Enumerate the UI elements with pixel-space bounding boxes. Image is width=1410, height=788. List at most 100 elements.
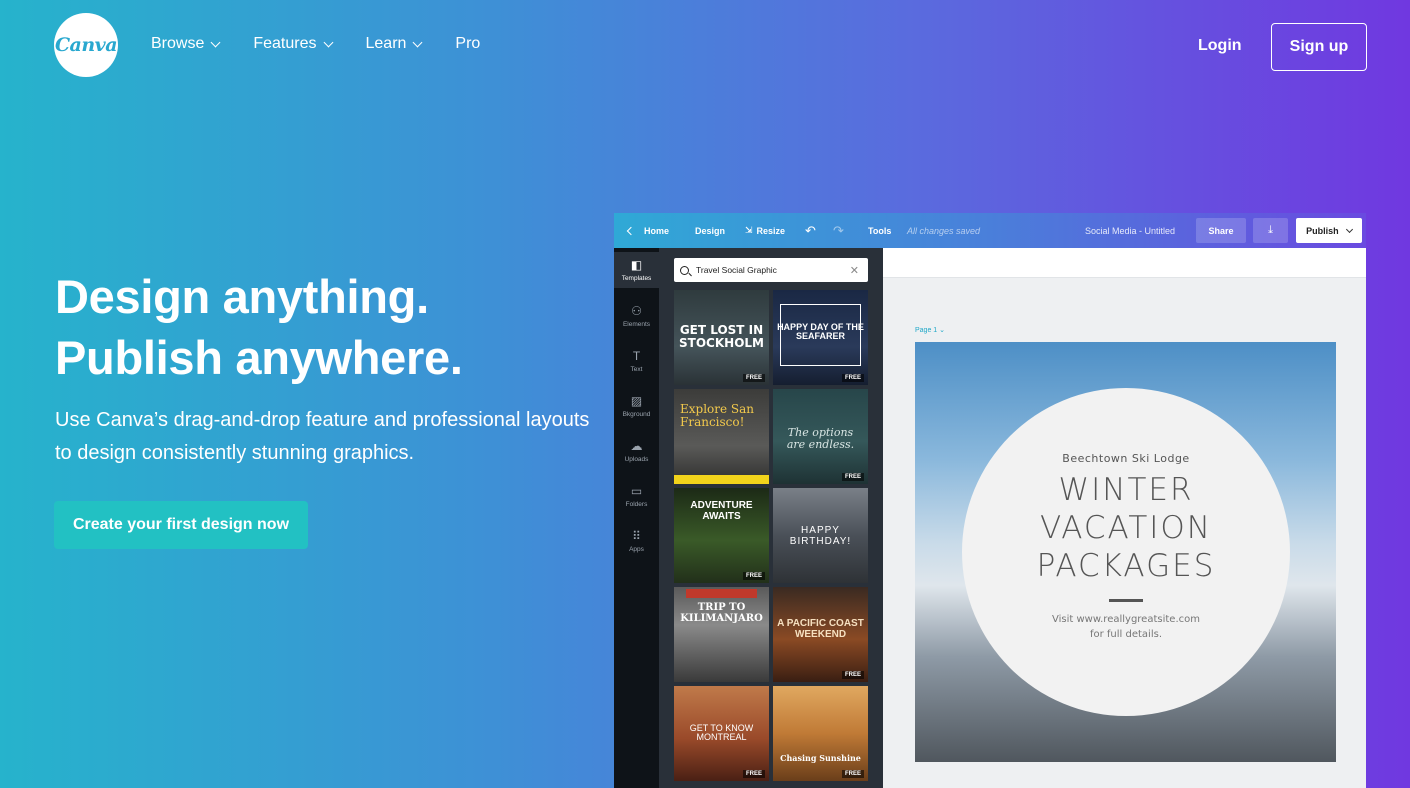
design-canvas[interactable]: Beechtown Ski Lodge WINTER VACATION PACK… bbox=[915, 342, 1336, 762]
resize-button[interactable]: ⇲ Resize bbox=[745, 213, 785, 248]
nav-features[interactable]: Features bbox=[253, 35, 333, 53]
template-tile[interactable]: GET TO KNOW MONTREAL FREE bbox=[674, 686, 769, 781]
template-search[interactable]: Travel Social Graphic ✕ bbox=[674, 258, 868, 282]
create-design-button[interactable]: Create your first design now bbox=[54, 501, 308, 549]
design-subtitle: Beechtown Ski Lodge bbox=[1062, 452, 1190, 465]
free-badge: FREE bbox=[841, 473, 864, 481]
design-title: WINTER VACATION PACKAGES bbox=[1036, 472, 1216, 584]
sidebar-uploads[interactable]: ☁ Uploads bbox=[614, 439, 659, 463]
resize-label: Resize bbox=[756, 225, 786, 236]
sidebar-background-label: Bkground bbox=[622, 411, 651, 418]
template-title: The options are endless. bbox=[786, 426, 855, 451]
home-label: Home bbox=[644, 225, 670, 236]
template-title: TRIP TO KILIMANJARO bbox=[680, 602, 763, 624]
sidebar-uploads-label: Uploads bbox=[624, 456, 649, 463]
design-menu[interactable]: Design bbox=[695, 213, 725, 248]
download-icon: ⤓ bbox=[1268, 224, 1273, 236]
download-button[interactable]: ⤓ bbox=[1253, 218, 1288, 243]
logo-text: Canva bbox=[54, 34, 118, 56]
login-link[interactable]: Login bbox=[1198, 37, 1242, 55]
background-icon: ▨ bbox=[630, 394, 643, 408]
editor-sidebar: ◧ Templates ⚇ Elements T Text ▨ Bkground… bbox=[614, 248, 659, 788]
hero-subtitle: Use Canva’s drag-and-drop feature and pr… bbox=[55, 409, 590, 464]
template-title: Explore San Francisco! bbox=[680, 402, 755, 429]
publish-button[interactable]: Publish bbox=[1296, 218, 1362, 243]
template-tile[interactable]: ADVENTURE AWAITS FREE bbox=[674, 488, 769, 583]
document-title[interactable]: Social Media - Untitled bbox=[1085, 213, 1175, 248]
template-title: GET LOST IN STOCKHOLM bbox=[679, 323, 764, 350]
design-circle: Beechtown Ski Lodge WINTER VACATION PACK… bbox=[962, 388, 1290, 716]
canvas-topbar bbox=[883, 248, 1366, 278]
template-tile[interactable]: GET LOST IN STOCKHOLM FREE bbox=[674, 290, 769, 385]
editor-preview: Home Design ⇲ Resize ↶ ↷ Tools All chang… bbox=[614, 213, 1366, 788]
undo-icon[interactable]: ↶ bbox=[805, 213, 816, 248]
template-title: HAPPY DAY OF THE SEAFARER bbox=[777, 322, 864, 342]
sidebar-apps[interactable]: ⠿ Apps bbox=[614, 529, 659, 553]
template-tile[interactable]: TRIP TO KILIMANJARO bbox=[674, 587, 769, 682]
canvas-area: Page 1 ⌄ Beechtown Ski Lodge WINTER VACA… bbox=[883, 248, 1366, 788]
template-tile[interactable]: HAPPY DAY OF THE SEAFARER FREE bbox=[773, 290, 868, 385]
canva-logo[interactable]: Canva bbox=[54, 13, 118, 77]
sidebar-elements[interactable]: ⚇ Elements bbox=[614, 304, 659, 328]
resize-icon: ⇲ bbox=[745, 225, 753, 235]
free-badge: FREE bbox=[841, 671, 864, 679]
home-button[interactable]: Home bbox=[626, 213, 670, 248]
template-tile[interactable]: The options are endless. FREE bbox=[773, 389, 868, 484]
free-badge: FREE bbox=[742, 374, 765, 382]
page-label[interactable]: Page 1 ⌄ bbox=[915, 326, 945, 334]
nav-learn[interactable]: Learn bbox=[365, 35, 423, 53]
tools-menu[interactable]: Tools bbox=[868, 213, 891, 248]
folder-icon: ▭ bbox=[630, 484, 643, 498]
sidebar-folders[interactable]: ▭ Folders bbox=[614, 484, 659, 508]
chevron-down-icon bbox=[1345, 225, 1353, 233]
apps-icon: ⠿ bbox=[632, 529, 641, 543]
sidebar-templates-label: Templates bbox=[621, 275, 652, 282]
design-footer-line1: Visit www.reallygreatsite.com bbox=[1052, 614, 1200, 625]
nav-learn-label: Learn bbox=[365, 35, 407, 52]
sidebar-background[interactable]: ▨ Bkground bbox=[614, 394, 659, 418]
search-input[interactable]: Travel Social Graphic bbox=[696, 265, 777, 275]
chevron-left-icon bbox=[626, 226, 636, 235]
templates-icon: ◧ bbox=[630, 258, 643, 272]
design-footer: Visit www.reallygreatsite.com for full d… bbox=[1052, 612, 1200, 642]
template-footer-bar bbox=[674, 475, 769, 484]
nav-pro[interactable]: Pro bbox=[455, 35, 480, 53]
elements-icon: ⚇ bbox=[631, 304, 642, 318]
publish-label: Publish bbox=[1306, 225, 1339, 236]
nav-browse[interactable]: Browse bbox=[151, 35, 221, 53]
sidebar-apps-label: Apps bbox=[629, 546, 644, 553]
nav-pro-label: Pro bbox=[455, 35, 481, 52]
design-footer-line2: for full details. bbox=[1089, 629, 1163, 640]
design-divider bbox=[1109, 599, 1143, 602]
text-icon: T bbox=[632, 349, 641, 363]
template-tile[interactable]: HAPPY BIRTHDAY! bbox=[773, 488, 868, 583]
template-title: GET TO KNOW MONTREAL bbox=[689, 723, 754, 743]
main-nav: Browse Features Learn Pro bbox=[151, 35, 480, 53]
sidebar-templates[interactable]: ◧ Templates bbox=[614, 252, 659, 288]
chevron-down-icon bbox=[412, 37, 423, 47]
editor-toolbar: Home Design ⇲ Resize ↶ ↷ Tools All chang… bbox=[614, 213, 1366, 248]
hero-title-line2: Publish anywhere. bbox=[55, 331, 463, 384]
hero-title-line1: Design anything. bbox=[55, 270, 429, 323]
upload-icon: ☁ bbox=[630, 439, 643, 453]
share-button[interactable]: Share bbox=[1196, 218, 1246, 243]
search-icon bbox=[680, 265, 689, 275]
template-title: ADVENTURE AWAITS bbox=[690, 500, 753, 522]
nav-browse-label: Browse bbox=[151, 35, 205, 52]
chevron-down-icon bbox=[210, 37, 221, 47]
template-tile[interactable]: Explore San Francisco! bbox=[674, 389, 769, 484]
redo-icon[interactable]: ↷ bbox=[833, 213, 844, 248]
nav-features-label: Features bbox=[253, 35, 317, 52]
signup-button[interactable]: Sign up bbox=[1271, 23, 1367, 71]
sidebar-text[interactable]: T Text bbox=[614, 349, 659, 373]
template-tile[interactable]: Chasing Sunshine FREE bbox=[773, 686, 868, 781]
page-label-text: Page 1 bbox=[915, 327, 938, 334]
template-tile[interactable]: A PACIFIC COAST WEEKEND FREE bbox=[773, 587, 868, 682]
template-date-bar bbox=[686, 589, 757, 598]
clear-search-icon[interactable]: ✕ bbox=[850, 264, 859, 277]
template-title: Chasing Sunshine bbox=[780, 753, 861, 763]
chevron-down-icon bbox=[323, 37, 333, 47]
sidebar-folders-label: Folders bbox=[625, 501, 648, 508]
sidebar-elements-label: Elements bbox=[622, 321, 651, 328]
chevron-down-icon: ⌄ bbox=[939, 327, 946, 334]
